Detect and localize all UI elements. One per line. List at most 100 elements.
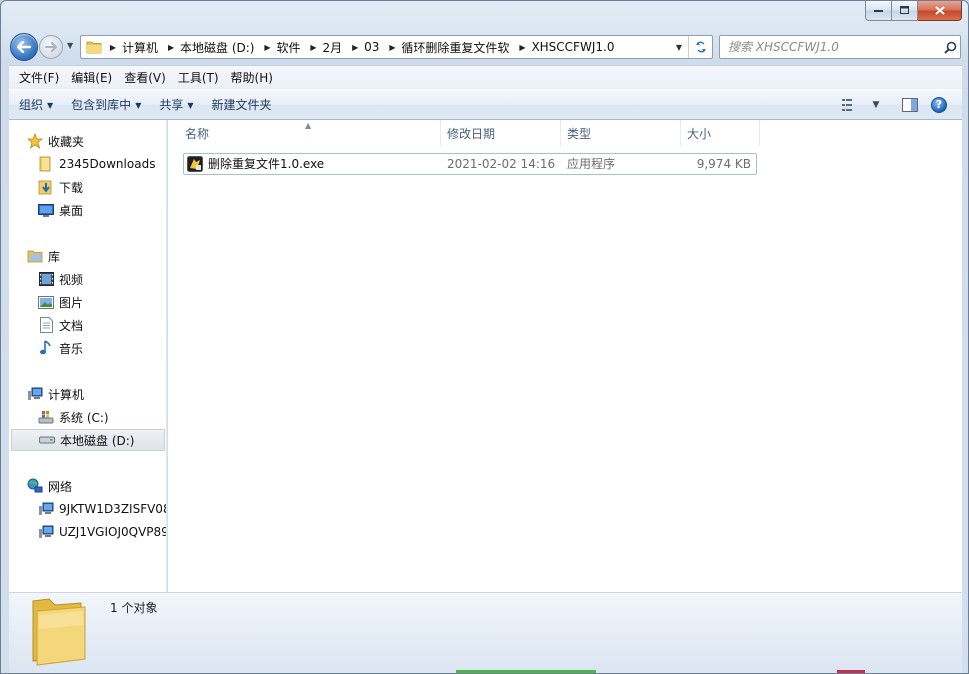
chevron-down-icon: ▼ [187,100,194,110]
background-strip [837,670,865,673]
details-pane: 1 个对象 [9,592,962,673]
navigation-bar: ▼ ▶ 计算机 ▶ 本地磁盘 (D:) ▶ 软件 ▶ 2月 ▶ 03 ▶ 循环删… [1,31,968,63]
breadcrumb-item[interactable]: 计算机 [120,39,164,56]
folder-icon [32,598,86,666]
close-button[interactable] [918,1,962,21]
chevron-right-icon[interactable]: ▶ [307,43,321,52]
chevron-right-icon[interactable]: ▶ [164,43,178,52]
hard-drive-icon [39,432,55,448]
document-icon [38,317,54,333]
nav-item-2345downloads[interactable]: 2345Downloads [38,153,155,175]
column-name[interactable]: 名称 [179,120,441,146]
chevron-right-icon[interactable]: ▶ [106,43,120,52]
breadcrumb-item[interactable]: 03 [362,40,385,54]
breadcrumb-item[interactable]: 循环删除重复文件软 [399,39,515,56]
organize-button[interactable]: 组织 ▼ [9,93,62,117]
organize-label: 组织 [19,97,44,112]
preview-pane-icon [902,97,918,112]
chevron-right-icon[interactable]: ▶ [348,43,362,52]
file-name-cell: 删除重复文件1.0.exe [187,154,324,174]
file-type: 应用程序 [567,157,616,171]
music-icon [38,340,54,356]
breadcrumb: ▶ 计算机 ▶ 本地磁盘 (D:) ▶ 软件 ▶ 2月 ▶ 03 ▶ 循环删除重… [106,36,620,58]
recent-pages-dropdown[interactable]: ▼ [67,41,77,53]
address-bar[interactable]: ▶ 计算机 ▶ 本地磁盘 (D:) ▶ 软件 ▶ 2月 ▶ 03 ▶ 循环删除重… [80,35,713,59]
nav-item-desktop[interactable]: 桌面 [38,199,83,221]
nav-item-drive-c[interactable]: 系统 (C:) [38,406,109,428]
navigation-pane: 收藏夹 2345Downloads 下载 桌面 库 视频 图片 文档 音乐 计算… [9,120,167,592]
chevron-down-icon: ▼ [47,100,54,110]
include-in-library-button[interactable]: 包含到库中 ▼ [62,93,150,117]
nav-item-downloads[interactable]: 下载 [38,176,83,198]
background-strip [456,670,596,673]
maximize-button[interactable] [892,1,918,21]
network-computer-icon [38,524,54,540]
chevron-right-icon[interactable]: ▶ [385,43,399,52]
explorer-window: ▼ ▶ 计算机 ▶ 本地磁盘 (D:) ▶ 软件 ▶ 2月 ▶ 03 ▶ 循环删… [0,0,969,674]
minimize-button[interactable] [865,1,892,21]
forward-button[interactable] [39,35,63,59]
chevron-right-icon[interactable]: ▶ [260,43,274,52]
star-icon [27,133,43,149]
search-input[interactable] [728,37,940,57]
breadcrumb-item[interactable]: 软件 [274,39,306,56]
nav-item-network-pc2[interactable]: UZJ1VGIOJ0QVP89 [38,521,167,543]
menu-bar: 文件(F) 编辑(E) 查看(V) 工具(T) 帮助(H) [9,65,962,89]
change-view-button[interactable] [837,93,863,117]
nav-favorites-label: 收藏夹 [48,134,85,149]
menu-edit[interactable]: 编辑(E) [65,67,118,89]
nav-network[interactable]: 网络 [27,475,72,497]
help-button[interactable]: ? [931,96,947,113]
breadcrumb-item[interactable]: XHSCCFWJ1.0 [529,40,620,54]
search-box[interactable] [719,35,961,59]
breadcrumb-item[interactable]: 2月 [321,39,349,56]
column-type[interactable]: 类型 [561,120,681,146]
nav-item-network-pc1[interactable]: 9JKTW1D3ZISFV08 [38,498,167,520]
breadcrumb-item[interactable]: 本地磁盘 (D:) [178,39,260,56]
column-date[interactable]: 修改日期 [441,120,561,146]
refresh-button[interactable] [688,36,712,58]
preview-pane-button[interactable] [897,93,923,117]
nav-item-videos[interactable]: 视频 [38,268,83,290]
maximize-icon [899,6,909,14]
nav-item-label: 音乐 [59,341,84,356]
nav-item-drive-d[interactable]: 本地磁盘 (D:) [11,429,165,451]
nav-favorites[interactable]: 收藏夹 [27,130,84,152]
nav-item-label: 图片 [59,295,84,310]
chevron-right-icon[interactable]: ▶ [515,43,529,52]
network-computer-icon [38,501,54,517]
nav-libraries-label: 库 [48,249,61,264]
new-folder-button[interactable]: 新建文件夹 [203,93,281,117]
desktop-icon [38,202,54,218]
menu-tools[interactable]: 工具(T) [172,67,225,89]
nav-item-label: 视频 [59,272,84,287]
nav-computer[interactable]: 计算机 [27,383,84,405]
nav-item-pictures[interactable]: 图片 [38,291,83,313]
menu-file[interactable]: 文件(F) [13,67,65,89]
menu-view[interactable]: 查看(V) [118,67,172,89]
back-button[interactable] [10,33,38,61]
nav-libraries[interactable]: 库 [27,245,60,267]
nav-item-label: UZJ1VGIOJ0QVP89 [59,525,167,539]
address-history-dropdown[interactable]: ▼ [670,36,688,58]
view-list-icon [842,98,852,111]
file-row[interactable]: 删除重复文件1.0.exe 2021-02-02 14:16 应用程序 9,97… [183,153,757,175]
nav-item-documents[interactable]: 文档 [38,314,83,336]
close-icon [934,6,945,15]
folder-icon [86,41,102,54]
arrow-right-icon [45,42,57,52]
item-count: 1 个对象 [110,601,158,615]
column-size[interactable]: 大小 [681,120,760,146]
nav-item-label: 9JKTW1D3ZISFV08 [59,502,167,516]
nav-item-music[interactable]: 音乐 [38,337,83,359]
nav-item-label: 文档 [59,318,84,333]
folder-icon [38,156,54,172]
computer-icon [27,386,43,402]
share-button[interactable]: 共享 ▼ [150,93,202,117]
search-icon[interactable] [940,37,960,57]
menu-help[interactable]: 帮助(H) [225,67,279,89]
file-size: 9,974 KB [696,157,751,171]
view-options-dropdown[interactable]: ▼ [863,93,889,117]
system-drive-icon [38,409,54,425]
arrow-left-icon [17,41,31,53]
